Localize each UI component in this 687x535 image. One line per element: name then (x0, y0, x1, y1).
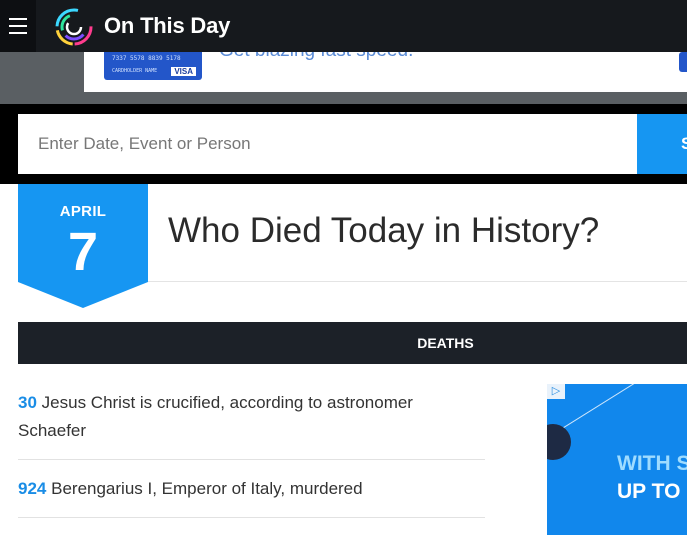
side-ad-line-2: UP TO (617, 480, 681, 503)
event-year-link[interactable]: 30 (18, 393, 37, 412)
deaths-section-header: DEATHS (18, 322, 687, 364)
hamburger-menu-icon[interactable] (0, 0, 36, 52)
visa-logo: VISA (171, 67, 196, 76)
top-ad-banner: 7337 5578 8839 5178 CARDHOLDER NAME VISA… (0, 52, 687, 104)
site-name[interactable]: On This Day (104, 13, 230, 39)
credit-card-image: 7337 5578 8839 5178 CARDHOLDER NAME VISA (104, 52, 202, 80)
list-item: 924 Berengarius I, Emperor of Italy, mur… (18, 475, 485, 503)
search-bar: Search (0, 104, 687, 184)
event-year-link[interactable]: 924 (18, 479, 46, 498)
search-button[interactable]: Search (637, 114, 687, 174)
side-ad-banner[interactable]: ▷ WITH S UP TO (547, 384, 687, 535)
rainbow-ring-logo-icon[interactable] (54, 7, 94, 47)
ad-decor-circle (547, 424, 571, 460)
event-text: Berengarius I, Emperor of Italy, murdere… (51, 479, 363, 498)
date-day: 7 (67, 222, 99, 282)
list-divider (18, 459, 485, 460)
list-item: 30 Jesus Christ is crucified, according … (18, 389, 485, 445)
top-ad-content[interactable]: 7337 5578 8839 5178 CARDHOLDER NAME VISA… (84, 52, 687, 92)
search-input[interactable] (18, 114, 637, 174)
title-divider (148, 281, 687, 282)
list-divider (18, 517, 485, 518)
ad-tagline: Get blazing fast speed. (219, 52, 413, 62)
event-text: Jesus Christ is crucified, according to … (18, 393, 413, 440)
ad-cta-edge[interactable] (679, 52, 687, 72)
date-badge: APRIL 7 (18, 184, 148, 308)
date-month: APRIL (59, 203, 107, 220)
top-navigation-bar: On This Day (0, 0, 687, 52)
section-label: DEATHS (417, 335, 474, 351)
ad-choices-icon[interactable]: ▷ (547, 384, 565, 399)
page-title: Who Died Today in History? (168, 211, 600, 250)
card-number: 7337 5578 8839 5178 (112, 55, 181, 62)
card-holder: CARDHOLDER NAME (112, 68, 158, 74)
ad-decor-line (562, 384, 665, 429)
side-ad-line-1: WITH S (617, 452, 687, 475)
